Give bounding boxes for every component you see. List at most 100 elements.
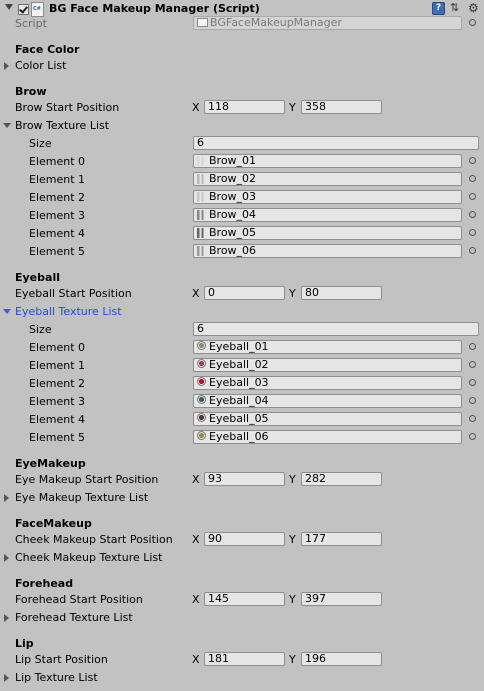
- texture-name: Eyeball_02: [209, 358, 269, 371]
- object-picker-icon[interactable]: [469, 19, 476, 26]
- foldout-label[interactable]: Color List: [15, 59, 66, 72]
- x-field[interactable]: 181: [204, 652, 285, 666]
- foldout-label[interactable]: Brow Texture List: [15, 119, 109, 132]
- section-title: FaceMakeup: [15, 517, 92, 530]
- foldout-right-icon[interactable]: [4, 554, 9, 562]
- object-picker-icon[interactable]: [469, 379, 476, 386]
- brow-texture-icon: [197, 174, 205, 184]
- preset-settings-icon[interactable]: ⇅: [450, 2, 462, 14]
- foldout-label[interactable]: Eyeball Texture List: [15, 305, 122, 318]
- x-field[interactable]: 90: [204, 532, 285, 546]
- object-picker-icon[interactable]: [469, 415, 476, 422]
- x-label: X: [192, 653, 200, 666]
- texture-object-field[interactable]: Eyeball_06: [193, 430, 462, 444]
- element-label: Element 5: [29, 245, 86, 258]
- foldout-label[interactable]: Cheek Makeup Texture List: [15, 551, 162, 564]
- x-label: X: [192, 533, 200, 546]
- object-picker-icon[interactable]: [469, 193, 476, 200]
- eyeball-texture-icon: [197, 377, 206, 386]
- element-label: Element 0: [29, 155, 86, 168]
- eyeball-element-row: Element 3 Eyeball_04: [0, 393, 484, 411]
- forehead-texture-list-foldout[interactable]: Forehead Texture List: [0, 609, 484, 627]
- section-title: Brow: [15, 85, 47, 98]
- object-picker-icon[interactable]: [469, 343, 476, 350]
- eyemakeup-start-position-row: Eye Makeup Start Position X 93 Y 282: [0, 471, 484, 489]
- brow-element-row: Element 0 Brow_01: [0, 153, 484, 171]
- foldout-label[interactable]: Eye Makeup Texture List: [15, 491, 148, 504]
- foldout-down-icon[interactable]: [3, 309, 11, 314]
- component-title[interactable]: BG Face Makeup Manager (Script): [49, 2, 260, 15]
- element-label: Element 4: [29, 227, 86, 240]
- foldout-down-icon[interactable]: [3, 123, 11, 128]
- field-label: Cheek Makeup Start Position: [15, 533, 173, 546]
- x-label: X: [192, 101, 200, 114]
- object-picker-icon[interactable]: [469, 175, 476, 182]
- y-field[interactable]: 358: [301, 100, 382, 114]
- foldout-right-icon[interactable]: [4, 62, 9, 70]
- texture-object-field[interactable]: Eyeball_01: [193, 340, 462, 354]
- y-field[interactable]: 397: [301, 592, 382, 606]
- eyeball-texture-list-foldout[interactable]: Eyeball Texture List: [0, 303, 484, 321]
- texture-object-field[interactable]: Brow_06: [193, 244, 462, 258]
- foldout-arrow-icon[interactable]: [5, 4, 13, 10]
- texture-object-field[interactable]: Eyeball_03: [193, 376, 462, 390]
- section-title: Face Color: [15, 43, 80, 56]
- color-list-foldout[interactable]: Color List: [0, 57, 484, 75]
- brow-texture-icon: [197, 156, 205, 166]
- object-picker-icon[interactable]: [469, 361, 476, 368]
- foldout-label[interactable]: Forehead Texture List: [15, 611, 133, 624]
- x-field[interactable]: 118: [204, 100, 285, 114]
- x-field[interactable]: 0: [204, 286, 285, 300]
- texture-name: Brow_03: [209, 190, 257, 203]
- texture-object-field[interactable]: Eyeball_04: [193, 394, 462, 408]
- y-field[interactable]: 196: [301, 652, 382, 666]
- foldout-right-icon[interactable]: [4, 494, 9, 502]
- texture-name: Eyeball_06: [209, 430, 269, 443]
- texture-object-field[interactable]: Brow_04: [193, 208, 462, 222]
- help-icon[interactable]: ?: [432, 2, 445, 15]
- gear-icon[interactable]: ⚙: [468, 1, 479, 15]
- size-label: Size: [29, 323, 52, 336]
- size-field[interactable]: 6: [193, 136, 479, 150]
- foldout-label[interactable]: Lip Texture List: [15, 671, 98, 684]
- texture-object-field[interactable]: Eyeball_02: [193, 358, 462, 372]
- element-label: Element 3: [29, 395, 86, 408]
- script-field[interactable]: BGFaceMakeupManager: [193, 16, 462, 30]
- section-title: Forehead: [15, 577, 74, 590]
- foldout-right-icon[interactable]: [4, 614, 9, 622]
- y-field[interactable]: 80: [301, 286, 382, 300]
- y-field[interactable]: 177: [301, 532, 382, 546]
- element-label: Element 2: [29, 191, 86, 204]
- eyeball-texture-icon: [197, 395, 206, 404]
- eyeball-element-row: Element 5 Eyeball_06: [0, 429, 484, 447]
- texture-object-field[interactable]: Brow_05: [193, 226, 462, 240]
- texture-object-field[interactable]: Eyeball_05: [193, 412, 462, 426]
- field-label: Forehead Start Position: [15, 593, 143, 606]
- brow-element-row: Element 2 Brow_03: [0, 189, 484, 207]
- eyeball-start-position-row: Eyeball Start Position X 0 Y 80: [0, 285, 484, 303]
- y-field[interactable]: 282: [301, 472, 382, 486]
- element-label: Element 4: [29, 413, 86, 426]
- x-field[interactable]: 93: [204, 472, 285, 486]
- field-label: Brow Start Position: [15, 101, 120, 114]
- cheek-makeup-start-position-row: Cheek Makeup Start Position X 90 Y 177: [0, 531, 484, 549]
- brow-texture-list-foldout[interactable]: Brow Texture List: [0, 117, 484, 135]
- texture-object-field[interactable]: Brow_02: [193, 172, 462, 186]
- object-picker-icon[interactable]: [469, 247, 476, 254]
- texture-object-field[interactable]: Brow_03: [193, 190, 462, 204]
- x-field[interactable]: 145: [204, 592, 285, 606]
- brow-element-row: Element 5 Brow_06: [0, 243, 484, 261]
- object-picker-icon[interactable]: [469, 211, 476, 218]
- lip-texture-list-foldout[interactable]: Lip Texture List: [0, 669, 484, 687]
- object-picker-icon[interactable]: [469, 229, 476, 236]
- object-picker-icon[interactable]: [469, 433, 476, 440]
- foldout-right-icon[interactable]: [4, 674, 9, 682]
- size-field[interactable]: 6: [193, 322, 479, 336]
- texture-name: Eyeball_05: [209, 412, 269, 425]
- cheek-makeup-texture-list-foldout[interactable]: Cheek Makeup Texture List: [0, 549, 484, 567]
- object-picker-icon[interactable]: [469, 397, 476, 404]
- object-picker-icon[interactable]: [469, 157, 476, 164]
- texture-object-field[interactable]: Brow_01: [193, 154, 462, 168]
- eye-makeup-texture-list-foldout[interactable]: Eye Makeup Texture List: [0, 489, 484, 507]
- component-enabled-checkbox[interactable]: [18, 4, 29, 15]
